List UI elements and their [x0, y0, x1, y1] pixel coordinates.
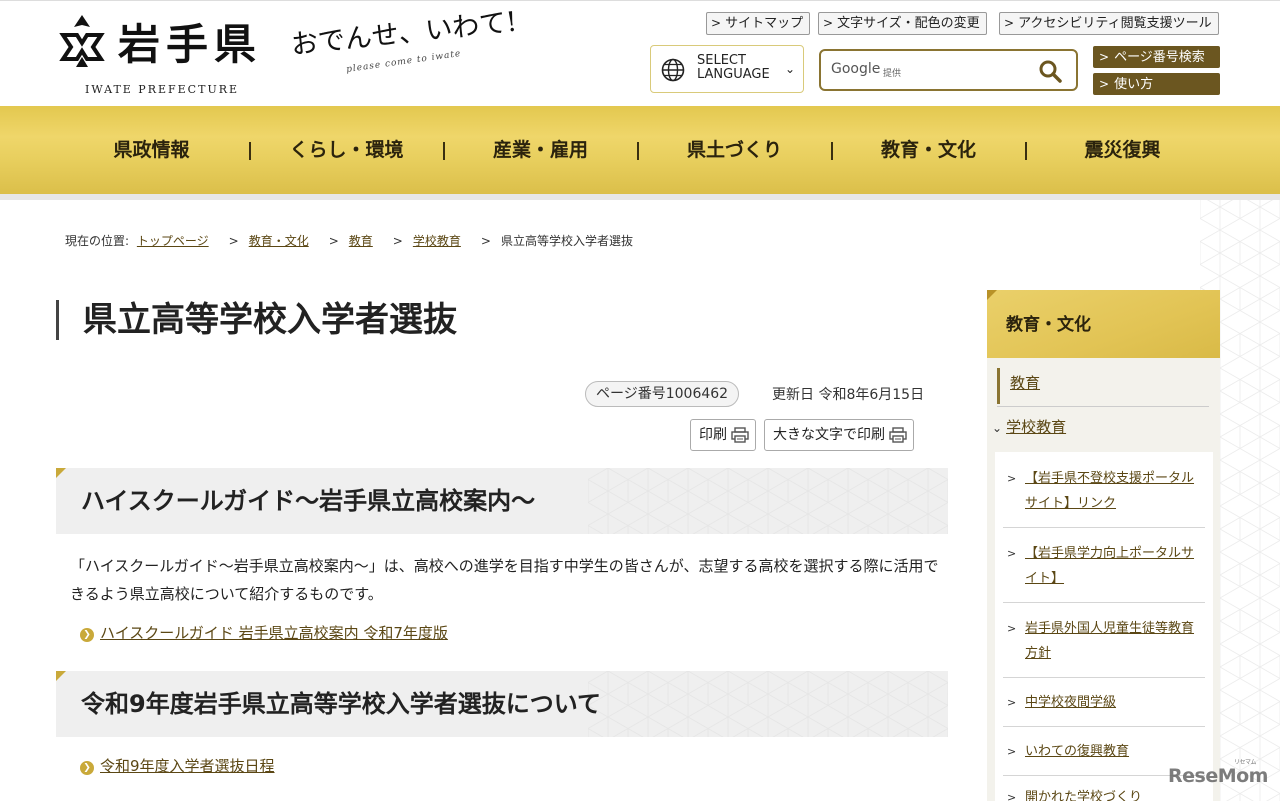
gnav-item-industry-employment[interactable]: 産業・雇用	[444, 106, 637, 194]
search-icon[interactable]	[1038, 59, 1062, 83]
site-header: 岩手県 IWATE PREFECTURE おでんせ、いわて! please co…	[0, 0, 1280, 106]
logo-subtitle: IWATE PREFECTURE	[85, 83, 240, 96]
nav-underline	[0, 194, 1280, 200]
chevron-right-icon: >	[1099, 50, 1110, 64]
divider	[1003, 726, 1205, 727]
language-label-line1: SELECT	[697, 53, 746, 68]
section-heading-r9-entrance-exam: 令和9年度岩手県立高等学校入学者選抜について	[56, 671, 948, 737]
side-nav-item-school-education[interactable]: ⌄ 学校教育	[992, 416, 1066, 437]
breadcrumb: 現在の位置: トップページ > 教育・文化 > 教育 > 学校教育 > 県立高等学校入学者選抜	[65, 234, 633, 248]
google-brand-label: Google	[831, 61, 881, 77]
page-number-badge: ページ番号1006462	[585, 381, 740, 407]
print-button[interactable]: 印刷	[690, 419, 756, 451]
side-nav-subitem[interactable]: > 中学校夜間学級	[995, 690, 1213, 715]
section-pattern	[588, 468, 948, 534]
divider	[1003, 527, 1205, 528]
logo-text[interactable]: 岩手県	[118, 11, 262, 72]
section-pattern	[588, 671, 948, 737]
chevron-right-icon: >	[1007, 622, 1017, 635]
arrow-bullet-icon: ❯	[80, 761, 94, 775]
page-title: 県立高等学校入学者選抜	[56, 300, 457, 340]
breadcrumb-link-education[interactable]: 教育	[349, 234, 373, 248]
sitemap-link[interactable]: > サイトマップ	[706, 12, 811, 35]
chevron-right-icon: >	[711, 16, 722, 30]
section-heading-text: 令和9年度岩手県立高等学校入学者選抜について	[81, 690, 601, 718]
breadcrumb-link-school-education[interactable]: 学校教育	[413, 234, 461, 248]
printer-icon	[889, 427, 907, 443]
breadcrumb-current: 県立高等学校入学者選抜	[500, 234, 633, 248]
exam-schedule-link[interactable]: 令和9年度入学者選抜日程	[100, 757, 275, 775]
chevron-right-icon: >	[1004, 16, 1015, 30]
side-nav-item-education[interactable]: 教育	[997, 368, 1209, 404]
gnav-item-education-culture[interactable]: 教育・文化	[832, 106, 1025, 194]
chevron-right-icon: >	[823, 16, 834, 30]
chevron-right-icon: >	[1099, 77, 1110, 91]
side-nav-subitem[interactable]: > 【岩手県不登校支援ポータルサイト】リンク	[995, 466, 1213, 516]
breadcrumb-link-top[interactable]: トップページ	[137, 234, 209, 248]
high-school-guide-link-row: ❯ ハイスクールガイド 岩手県立高校案内 令和7年度版	[80, 622, 448, 643]
arrow-bullet-icon: ❯	[80, 628, 94, 642]
divider	[1003, 602, 1205, 603]
chevron-right-icon: >	[1007, 547, 1017, 560]
gnav-item-land-development[interactable]: 県土づくり	[638, 106, 831, 194]
print-large-text-button[interactable]: 大きな文字で印刷	[764, 419, 914, 451]
divider	[1003, 677, 1205, 678]
section-heading-text: ハイスクールガイド〜岩手県立高校案内〜	[81, 487, 536, 515]
side-nav-subitem[interactable]: > 岩手県外国人児童生徒等教育方針	[995, 616, 1213, 666]
breadcrumb-link-education-culture[interactable]: 教育・文化	[249, 234, 309, 248]
exam-schedule-link-row: ❯ 令和9年度入学者選抜日程	[80, 755, 275, 776]
updated-date: 更新日 令和8年6月15日	[772, 387, 925, 403]
chevron-down-icon: ⌄	[784, 62, 795, 76]
text-size-color-link[interactable]: > 文字サイズ・配色の変更	[818, 12, 987, 35]
gnav-item-living-environment[interactable]: くらし・環境	[250, 106, 443, 194]
chevron-right-icon: >	[1007, 791, 1017, 801]
divider	[997, 406, 1209, 407]
high-school-guide-link[interactable]: ハイスクールガイド 岩手県立高校案内 令和7年度版	[100, 624, 448, 642]
accessibility-tool-link[interactable]: > アクセシビリティ閲覧支援ツール	[999, 12, 1219, 35]
section-heading-high-school-guide: ハイスクールガイド〜岩手県立高校案内〜	[56, 468, 948, 534]
section-body-text: 「ハイスクールガイド〜岩手県立高校案内〜」は、高校への進学を目指す中学生の皆さん…	[70, 557, 939, 603]
side-nav-subitems: > 【岩手県不登校支援ポータルサイト】リンク > 【岩手県学力向上ポータルサイト】 …	[995, 452, 1213, 801]
slogan: おでんせ、いわて!	[289, 6, 519, 62]
prefecture-emblem-icon[interactable]	[57, 13, 107, 69]
google-brand-sub: 提供	[883, 69, 902, 79]
side-nav-subitem[interactable]: > 【岩手県学力向上ポータルサイト】	[995, 541, 1213, 591]
select-language-dropdown[interactable]: SELECT LANGUAGE ⌄	[650, 45, 804, 93]
globe-icon	[661, 58, 685, 82]
search-input[interactable]	[909, 57, 1029, 83]
resemom-watermark: ReseMom リセマム	[1168, 759, 1268, 787]
site-search: Google 提供	[819, 49, 1078, 91]
side-nav: 教育・文化 教育 ⌄ 学校教育 > 【岩手県不登校支援ポータルサイト】リンク > 【岩…	[987, 290, 1220, 801]
chevron-right-icon: >	[1007, 696, 1017, 709]
side-nav-heading: 教育・文化	[987, 290, 1220, 358]
side-nav-subitem[interactable]: > 開かれた学校づくり	[995, 785, 1213, 801]
chevron-down-icon: ⌄	[992, 421, 1003, 435]
chevron-right-icon: >	[1007, 745, 1017, 758]
gnav-item-disaster-recovery[interactable]: 震災復興	[1026, 106, 1219, 194]
chevron-right-icon: >	[1007, 472, 1017, 485]
side-nav-subitem[interactable]: > いわての復興教育	[995, 739, 1213, 764]
global-nav: 県政情報 くらし・環境 産業・雇用 県土づくり 教育・文化 震災復興	[0, 106, 1280, 194]
printer-icon	[731, 427, 749, 443]
language-label-line2: LANGUAGE	[697, 67, 770, 82]
breadcrumb-label: 現在の位置:	[65, 234, 130, 248]
gnav-item-prefectural-info[interactable]: 県政情報	[55, 106, 248, 194]
